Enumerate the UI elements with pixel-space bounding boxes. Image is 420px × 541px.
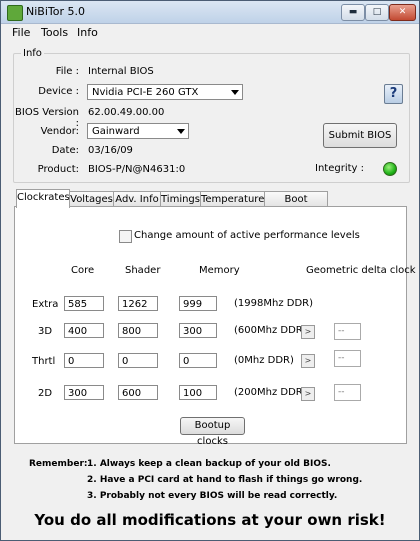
chevron-down-icon: [231, 90, 239, 95]
menu-file[interactable]: File: [12, 26, 30, 39]
core-header: Core: [71, 265, 95, 276]
extra-memory-input[interactable]: 999: [179, 296, 217, 311]
device-select[interactable]: Nvidia PCI-E 260 GTX: [87, 84, 243, 100]
maximize-button[interactable]: □: [365, 4, 389, 21]
row-label-2d: 2D: [38, 388, 53, 399]
menu-bar: File Tools Info: [1, 24, 419, 41]
row-label-thrtl: Thrtl: [32, 356, 56, 367]
thrtl-shader-input[interactable]: 0: [118, 353, 158, 368]
tab-voltages[interactable]: Voltages: [69, 191, 114, 207]
device-select-value: Nvidia PCI-E 260 GTX: [92, 87, 199, 98]
shader-header: Shader: [125, 265, 161, 276]
vendor-select[interactable]: Gainward: [87, 123, 189, 139]
date-value: 03/16/09: [88, 145, 133, 156]
chevron-down-icon: [177, 129, 185, 134]
3d-shader-input[interactable]: 800: [118, 323, 158, 338]
remember-item-1: 1. Always keep a clean backup of your ol…: [87, 459, 331, 469]
extra-core-input[interactable]: 585: [64, 296, 104, 311]
submit-bios-button[interactable]: Submit BIOS: [323, 123, 397, 148]
menu-info[interactable]: Info: [77, 26, 98, 39]
bootup-clocks-button[interactable]: Bootup clocks: [180, 417, 245, 447]
tab-temperatures[interactable]: Temperatures: [200, 191, 270, 207]
3d-memory-input[interactable]: 300: [179, 323, 217, 338]
3d-geo-step-button[interactable]: >: [301, 325, 315, 339]
menu-tools[interactable]: Tools: [41, 26, 68, 39]
main-window: NiBiTor 5.0 ▬ □ ✕ File Tools Info Info F…: [0, 0, 420, 541]
remember-item-2: 2. Have a PCI card at hand to flash if t…: [87, 475, 363, 485]
file-value: Internal BIOS: [88, 66, 154, 77]
row-label-3d: 3D: [38, 326, 53, 337]
close-button[interactable]: ✕: [389, 4, 416, 21]
product-label: Product:: [37, 164, 79, 175]
minimize-button[interactable]: ▬: [341, 4, 365, 21]
2d-geo-select[interactable]: --: [334, 384, 361, 401]
extra-shader-input[interactable]: 1262: [118, 296, 158, 311]
title-bar: NiBiTor 5.0 ▬ □ ✕: [1, 1, 419, 24]
bios-version-value: 62.00.49.00.00: [88, 107, 165, 118]
performance-levels-label: Change amount of active performance leve…: [134, 230, 360, 241]
date-label: Date:: [51, 145, 79, 156]
tab-timings[interactable]: Timings: [160, 191, 201, 207]
vendor-select-value: Gainward: [92, 126, 140, 137]
vendor-label: Vendor:: [40, 126, 79, 137]
remember-label: Remember:: [29, 459, 88, 469]
thrtl-geo-select[interactable]: --: [334, 350, 361, 367]
extra-memory-ddr: (1998Mhz DDR): [234, 298, 313, 309]
2d-shader-input[interactable]: 600: [118, 385, 158, 400]
memory-header: Memory: [199, 265, 240, 276]
integrity-status-icon: [383, 162, 397, 176]
thrtl-memory-input[interactable]: 0: [179, 353, 217, 368]
3d-core-input[interactable]: 400: [64, 323, 104, 338]
integrity-label: Integrity :: [315, 163, 364, 174]
thrtl-geo-step-button[interactable]: >: [301, 354, 315, 368]
geometric-delta-header: Geometric delta clock: [306, 265, 416, 276]
file-label: File :: [55, 66, 79, 77]
tab-boot-settings[interactable]: Boot Settings: [264, 191, 328, 220]
risk-warning: You do all modifications at your own ris…: [34, 511, 386, 529]
performance-levels-checkbox[interactable]: [119, 230, 132, 243]
tab-clockrates[interactable]: Clockrates: [16, 189, 70, 208]
product-value: BIOS-P/N@N4631:0: [88, 164, 186, 175]
window-title: NiBiTor 5.0: [26, 5, 85, 18]
2d-geo-step-button[interactable]: >: [301, 387, 315, 401]
thrtl-memory-ddr: (0Mhz DDR): [234, 355, 294, 366]
row-label-extra: Extra: [32, 299, 59, 310]
tab-adv-info[interactable]: Adv. Info: [113, 191, 161, 207]
remember-item-3: 3. Probably not every BIOS will be read …: [87, 491, 338, 501]
app-icon: [7, 5, 23, 21]
3d-geo-select[interactable]: --: [334, 323, 361, 340]
help-icon[interactable]: ?: [384, 84, 403, 104]
2d-memory-ddr: (200Mhz DDR): [234, 387, 307, 398]
thrtl-core-input[interactable]: 0: [64, 353, 104, 368]
info-group-label: Info: [21, 48, 44, 59]
2d-core-input[interactable]: 300: [64, 385, 104, 400]
2d-memory-input[interactable]: 100: [179, 385, 217, 400]
3d-memory-ddr: (600Mhz DDR): [234, 325, 307, 336]
device-label: Device :: [38, 86, 79, 97]
